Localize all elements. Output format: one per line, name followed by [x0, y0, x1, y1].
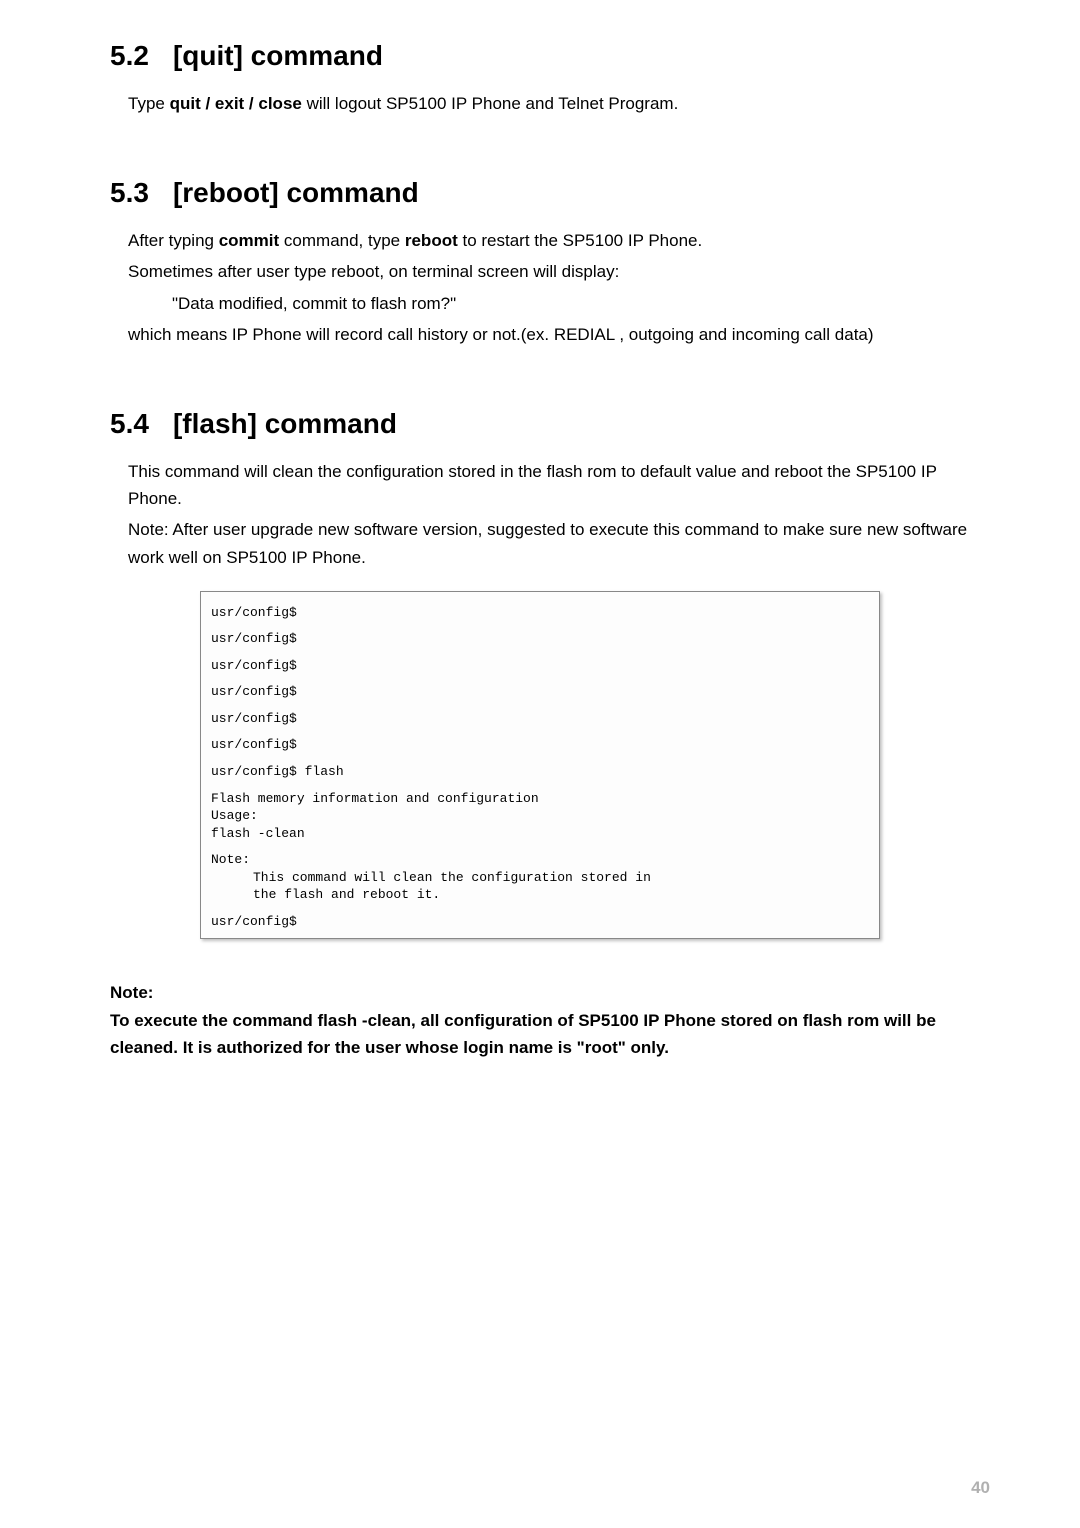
terminal-output: usr/config$ usr/config$ usr/config$ usr/… — [200, 591, 880, 940]
terminal-line: flash -clean — [211, 825, 869, 843]
note-label: Note: — [110, 979, 990, 1006]
section-title: [quit] command — [173, 40, 383, 72]
page-number: 40 — [971, 1478, 990, 1498]
text: which means IP Phone will record call hi… — [128, 321, 990, 348]
section-body-5-2: Type quit / exit / close will logout SP5… — [128, 90, 990, 117]
section-number: 5.4 — [110, 408, 149, 440]
section-heading-5-2: 5.2 [quit] command — [110, 40, 990, 72]
section-5-2: 5.2 [quit] command Type quit / exit / cl… — [110, 40, 990, 117]
text: Sometimes after user type reboot, on ter… — [128, 258, 990, 285]
text-bold: quit / exit / close — [170, 94, 302, 113]
text-bold: reboot — [405, 231, 458, 250]
terminal-line: usr/config$ — [211, 630, 869, 648]
text: N — [128, 520, 140, 539]
terminal-line: usr/config$ flash — [211, 763, 869, 781]
terminal-line: usr/config$ — [211, 913, 869, 931]
section-title: [flash] command — [173, 408, 397, 440]
text: to restart the SP5100 IP Phone. — [458, 231, 702, 250]
note-text: To execute the command flash -clean, all… — [110, 1007, 990, 1061]
terminal-line: Usage: — [211, 807, 869, 825]
text: ote: After user upgrade new software ver… — [128, 520, 967, 566]
section-heading-5-4: 5.4 [flash] command — [110, 408, 990, 440]
section-title: [reboot] command — [173, 177, 419, 209]
text: Type — [128, 94, 170, 113]
section-5-3: 5.3 [reboot] command After typing commit… — [110, 177, 990, 348]
text: After typing — [128, 231, 219, 250]
text: will logout SP5100 IP Phone and Telnet P… — [302, 94, 678, 113]
section-number: 5.3 — [110, 177, 149, 209]
terminal-line: usr/config$ — [211, 604, 869, 622]
terminal-line: the flash and reboot it. — [253, 886, 869, 904]
text-bold: commit — [219, 231, 279, 250]
terminal-line: Flash memory information and configurati… — [211, 790, 869, 808]
section-heading-5-3: 5.3 [reboot] command — [110, 177, 990, 209]
note-block: Note: To execute the command flash -clea… — [110, 979, 990, 1061]
terminal-line: usr/config$ — [211, 710, 869, 728]
text: This command will clean the configuratio… — [128, 458, 990, 512]
text-indented: "Data modified, commit to flash rom?" — [172, 290, 990, 317]
terminal-line: This command will clean the configuratio… — [253, 869, 869, 887]
terminal-line: Note: — [211, 851, 869, 869]
section-number: 5.2 — [110, 40, 149, 72]
text: command, type — [279, 231, 405, 250]
terminal-line: usr/config$ — [211, 736, 869, 754]
section-body-5-3: After typing commit command, type reboot… — [128, 227, 990, 348]
terminal-line: usr/config$ — [211, 683, 869, 701]
section-body-5-4: This command will clean the configuratio… — [128, 458, 990, 571]
section-5-4: 5.4 [flash] command This command will cl… — [110, 408, 990, 939]
terminal-line: usr/config$ — [211, 657, 869, 675]
